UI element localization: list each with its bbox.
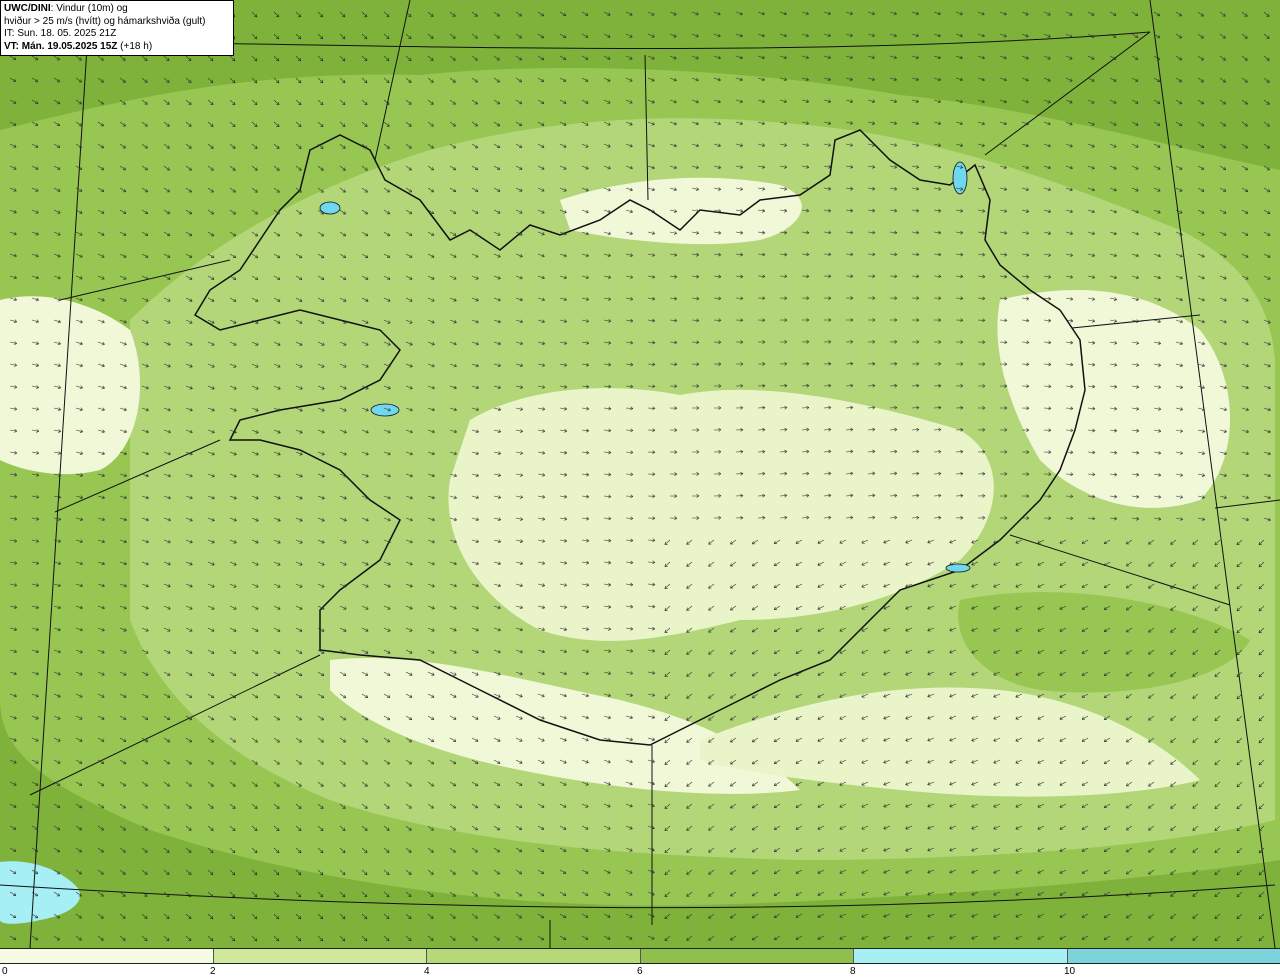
- lake-snaefellsnes: [370, 403, 400, 417]
- color-legend-bar: [0, 948, 1280, 964]
- legend-tick-label: 0: [2, 966, 8, 977]
- wind-speed-field: [0, 67, 1280, 924]
- legend-swatch: [427, 949, 641, 963]
- valid-time: VT: Mán. 19.05.2025 15Z: [4, 40, 118, 52]
- lake-southeast: [945, 563, 971, 573]
- legend-tick-label: 4: [424, 966, 430, 977]
- legend-swatch: [0, 949, 214, 963]
- wind-map: [0, 0, 1280, 948]
- init-time: IT: Sun. 18. 05. 2025 21Z: [4, 28, 117, 39]
- title-line2: hviður > 25 m/s (hvítt) og hámarkshviða …: [4, 15, 206, 27]
- info-box: UWC/DINI: Vindur (10m) og hviður > 25 m/…: [0, 0, 234, 56]
- legend-swatch: [1067, 949, 1280, 963]
- legend-tick-label: 6: [637, 966, 643, 977]
- legend-swatch: [640, 949, 854, 963]
- title-line1: : Vindur (10m) og: [50, 3, 128, 14]
- model-name: UWC/DINI: [4, 3, 51, 14]
- legend-tick-label: 2: [210, 966, 216, 977]
- lead-time: (+18 h): [117, 40, 153, 52]
- legend-swatch: [854, 949, 1068, 963]
- legend-tick-label: 10: [1064, 966, 1076, 977]
- legend-tick-label: 8: [850, 966, 856, 977]
- color-legend-ticks: 0 2 4 6 8 10: [0, 964, 1280, 978]
- legend-swatch: [213, 949, 427, 963]
